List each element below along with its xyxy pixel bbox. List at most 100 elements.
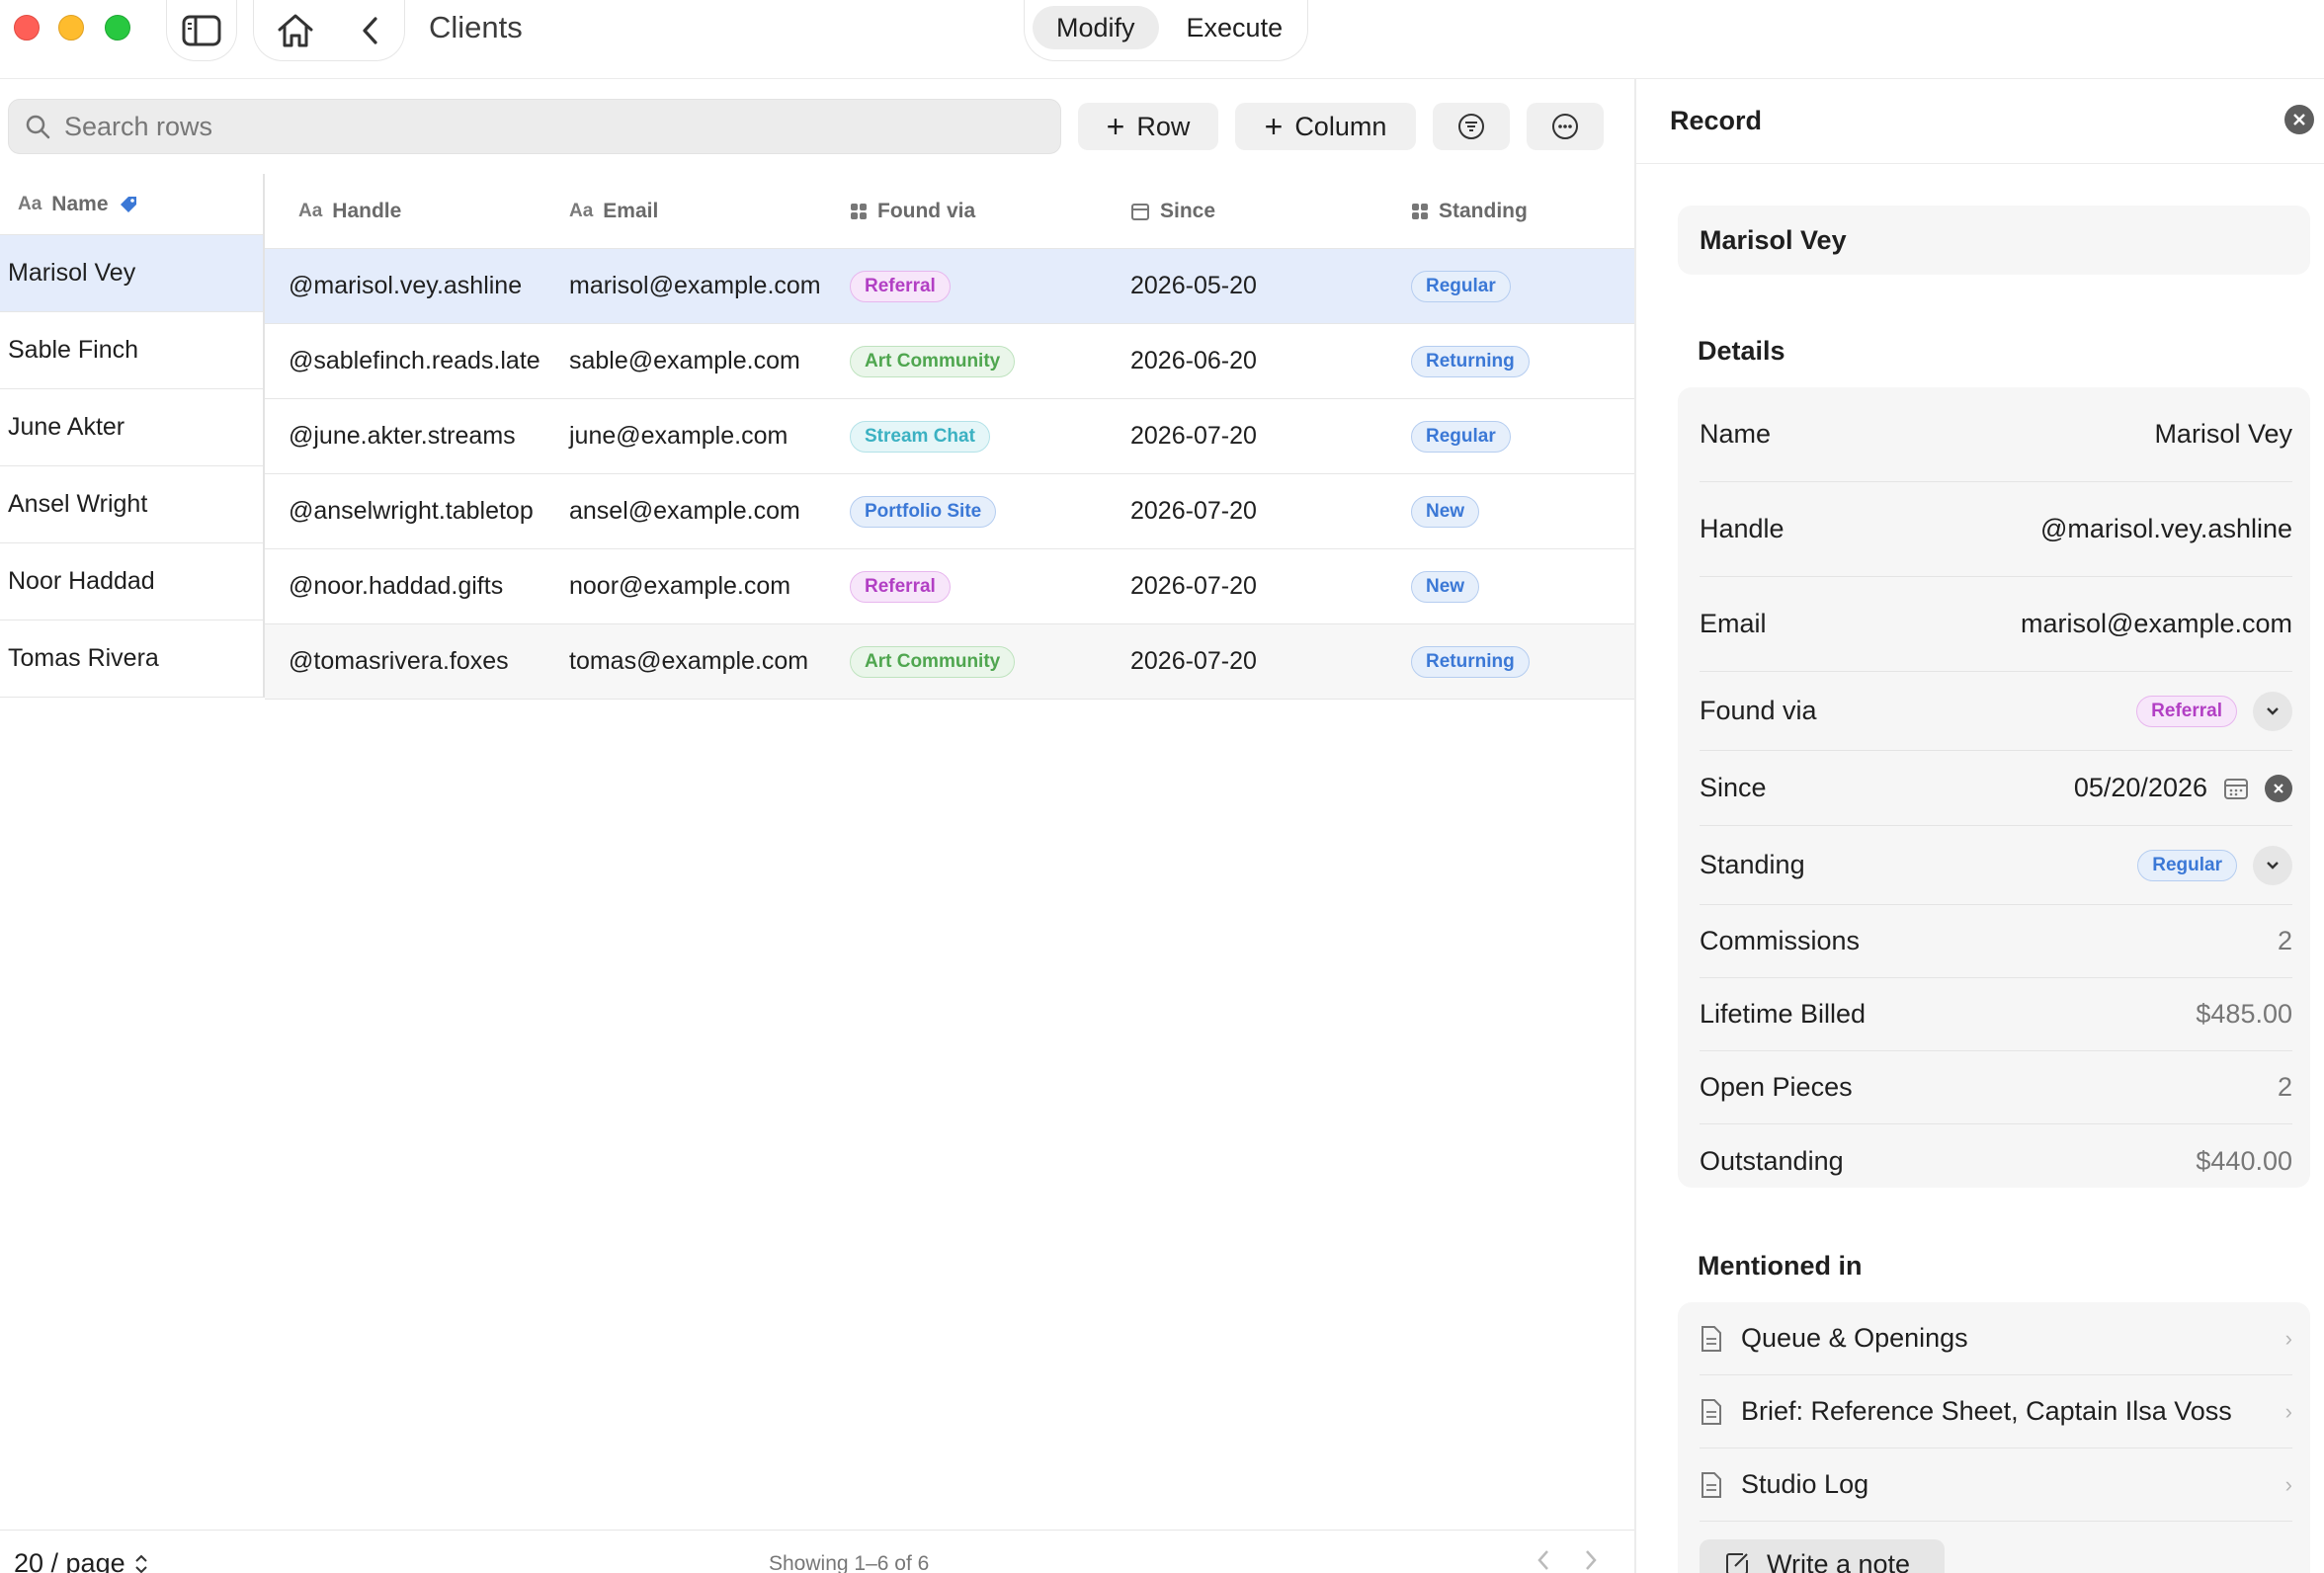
handle-cell[interactable]: @june.akter.streams [265,422,545,451]
tab-execute[interactable]: Execute [1163,6,1307,49]
found-via-cell[interactable]: Art Community [826,345,1107,377]
table-row[interactable]: @sablefinch.reads.late sable@example.com… [265,324,1634,399]
clear-date-button[interactable] [2265,774,2292,802]
standing-dropdown-button[interactable] [2253,845,2292,885]
handle-cell[interactable]: @marisol.vey.ashline [265,272,545,300]
table-row[interactable]: @june.akter.streams june@example.com Str… [265,399,1634,474]
previous-page-button[interactable] [1536,1548,1551,1573]
home-icon[interactable] [276,12,315,49]
table-footer: 20 / page Showing 1–6 of 6 [0,1530,1634,1573]
mention-link[interactable]: Brief: Reference Sheet, Captain Ilsa Vos… [1700,1375,2292,1449]
column-header-email[interactable]: Aa Email [545,200,826,223]
since-cell[interactable]: 2026-07-20 [1107,647,1387,676]
table-row[interactable]: @marisol.vey.ashline marisol@example.com… [265,249,1634,324]
filter-button[interactable] [1433,103,1510,150]
found-via-cell[interactable]: Referral [826,270,1107,302]
found-via-tag: Referral [850,571,951,603]
toggle-sidebar-button[interactable] [166,0,237,61]
field-value: Marisol Vey [2154,419,2292,449]
table-row[interactable]: @tomasrivera.foxes tomas@example.com Art… [265,624,1634,700]
next-page-button[interactable] [1583,1548,1599,1573]
table-header-row: Aa Handle Aa Email Found via Since Stand… [265,174,1634,249]
handle-cell[interactable]: @tomasrivera.foxes [265,647,545,676]
standing-cell[interactable]: New [1387,495,1634,528]
email-cell[interactable]: june@example.com [545,422,826,451]
search-icon [26,115,50,139]
found-via-tag: Portfolio Site [850,496,997,528]
name-cell[interactable]: Marisol Vey [0,235,263,312]
close-record-button[interactable] [2284,105,2314,134]
document-icon [1702,1325,1721,1352]
field-label: Outstanding [1700,1145,1844,1176]
field-email[interactable]: Email marisol@example.com [1700,577,2292,672]
field-open-pieces: Open Pieces 2 [1700,1051,2292,1124]
field-found-via[interactable]: Found via Referral [1700,672,2292,751]
handle-cell[interactable]: @sablefinch.reads.late [265,347,545,375]
name-cell[interactable]: Ansel Wright [0,466,263,543]
chevron-left-icon[interactable] [359,15,382,46]
calendar-icon[interactable] [2223,776,2249,801]
page-size-select[interactable]: 20 / page [14,1548,149,1573]
name-cell[interactable]: Noor Haddad [0,543,263,621]
table-row[interactable]: @anselwright.tabletop ansel@example.com … [265,474,1634,549]
standing-cell[interactable]: Regular [1387,420,1634,453]
minimize-window-button[interactable] [58,15,84,41]
standing-tag: New [1411,496,1480,528]
found-via-cell[interactable]: Stream Chat [826,420,1107,453]
column-header-since[interactable]: Since [1107,200,1387,223]
found-via-cell[interactable]: Referral [826,570,1107,603]
mention-link[interactable]: Queue & Openings › [1700,1302,2292,1375]
field-standing[interactable]: Standing Regular [1700,826,2292,905]
write-note-button[interactable]: Write a note [1700,1539,1945,1573]
add-row-button[interactable]: + Row [1078,103,1218,150]
since-cell[interactable]: 2026-06-20 [1107,347,1387,375]
name-cell[interactable]: Sable Finch [0,312,263,389]
field-label: Found via [1700,696,1817,725]
since-cell[interactable]: 2026-07-20 [1107,422,1387,451]
field-since[interactable]: Since 05/20/2026 [1700,751,2292,826]
field-value: $485.00 [2196,999,2292,1029]
field-name[interactable]: Name Marisol Vey [1700,387,2292,482]
zoom-window-button[interactable] [105,15,130,41]
standing-cell[interactable]: Regular [1387,270,1634,302]
text-type-icon: Aa [18,193,42,214]
since-cell[interactable]: 2026-07-20 [1107,572,1387,601]
email-cell[interactable]: noor@example.com [545,572,826,601]
mention-link[interactable]: Studio Log › [1700,1449,2292,1522]
column-header-standing[interactable]: Standing [1387,200,1634,223]
standing-cell[interactable]: Returning [1387,345,1634,377]
mention-title: Brief: Reference Sheet, Captain Ilsa Vos… [1741,1396,2232,1426]
name-cell[interactable]: Tomas Rivera [0,621,263,698]
add-column-button[interactable]: + Column [1235,103,1416,150]
field-label: Lifetime Billed [1700,999,1867,1029]
column-header-name[interactable]: Aa Name [0,174,263,235]
email-cell[interactable]: ansel@example.com [545,497,826,526]
since-cell[interactable]: 2026-05-20 [1107,272,1387,300]
standing-cell[interactable]: Returning [1387,645,1634,678]
since-cell[interactable]: 2026-07-20 [1107,497,1387,526]
email-cell[interactable]: sable@example.com [545,347,826,375]
chevron-right-icon: › [2284,1325,2292,1351]
email-cell[interactable]: tomas@example.com [545,647,826,676]
text-type-icon: Aa [569,200,594,221]
name-cell[interactable]: June Akter [0,389,263,466]
handle-cell[interactable]: @noor.haddad.gifts [265,572,545,601]
handle-cell[interactable]: @anselwright.tabletop [265,497,545,526]
more-options-button[interactable] [1527,103,1604,150]
found-via-cell[interactable]: Portfolio Site [826,495,1107,528]
found-via-cell[interactable]: Art Community [826,645,1107,678]
standing-cell[interactable]: New [1387,570,1634,603]
column-header-handle[interactable]: Aa Handle [265,200,545,223]
field-value: Regular [2137,845,2292,885]
record-name[interactable]: Marisol Vey [1678,206,2310,275]
found-via-dropdown-button[interactable] [2253,691,2292,731]
field-handle[interactable]: Handle @marisol.vey.ashline [1700,482,2292,577]
select-type-icon [1412,203,1428,219]
close-window-button[interactable] [14,15,40,41]
found-via-tag: Referral [850,271,951,302]
email-cell[interactable]: marisol@example.com [545,272,826,300]
tab-modify[interactable]: Modify [1033,6,1159,49]
column-header-found-via[interactable]: Found via [826,200,1107,223]
search-input[interactable] [64,111,954,142]
table-row[interactable]: @noor.haddad.gifts noor@example.com Refe… [265,549,1634,624]
